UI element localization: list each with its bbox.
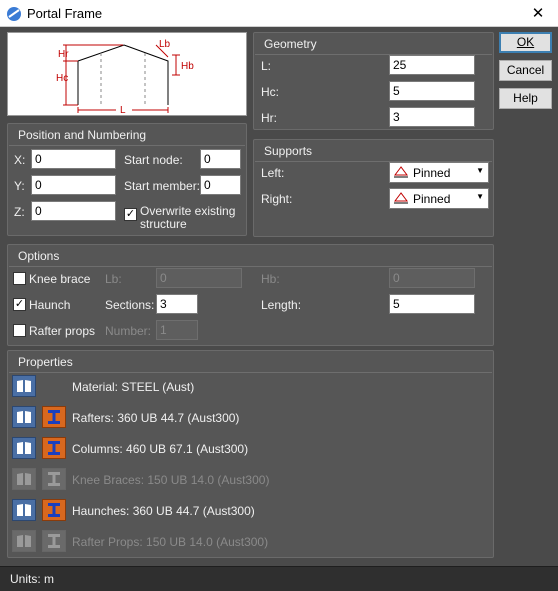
properties-title: Properties [18, 355, 73, 369]
rafter-props-section-button[interactable] [42, 530, 66, 552]
units-status: Units: m [10, 572, 55, 586]
haunches-library-button[interactable] [12, 499, 36, 521]
length-field[interactable]: 5 [389, 294, 475, 314]
chevron-down-icon: ▼ [476, 166, 484, 175]
book-icon [17, 380, 31, 392]
sections-field[interactable]: 3 [156, 294, 198, 314]
supports-group: Supports Left: Pinned ▼ Right: Pinned ▼ [253, 139, 494, 237]
columns-section-button[interactable] [42, 437, 66, 459]
book-icon [17, 535, 31, 547]
x-field[interactable]: 0 [31, 149, 116, 169]
hr-label: Hr: [261, 111, 277, 125]
frame-diagram: Hr Hc Lb Hb L [7, 32, 247, 116]
left-support-select[interactable]: Pinned ▼ [389, 162, 489, 183]
y-label: Y: [14, 179, 25, 193]
material-text: Material: STEEL (Aust) [72, 380, 195, 394]
ok-button[interactable]: OK [499, 32, 552, 53]
app-icon [7, 7, 21, 21]
rafter-props-text: Rafter Props: 150 UB 14.0 (Aust300) [72, 535, 269, 549]
window-title: Portal Frame [27, 6, 103, 21]
y-field[interactable]: 0 [31, 175, 116, 195]
i-beam-icon [48, 441, 60, 455]
start-node-field[interactable]: 0 [200, 149, 241, 169]
position-title: Position and Numbering [18, 128, 147, 142]
haunch-checkbox[interactable]: ✓ [13, 298, 26, 311]
diagram-label-l: L [120, 105, 126, 115]
material-library-button[interactable] [12, 375, 36, 397]
l-label: L: [261, 59, 272, 73]
diagram-label-hb: Hb [181, 61, 194, 72]
i-beam-icon [48, 472, 60, 486]
sections-label: Sections: [105, 298, 155, 312]
start-member-label: Start member: [124, 179, 201, 193]
rafter-props-label: Rafter props [29, 324, 96, 338]
haunch-label: Haunch [29, 298, 71, 312]
diagram-label-lb: Lb [159, 39, 171, 50]
right-support-value: Pinned [413, 192, 451, 206]
diagram-label-hr: Hr [58, 49, 69, 60]
haunches-text: Haunches: 360 UB 44.7 (Aust300) [72, 504, 255, 518]
columns-library-button[interactable] [12, 437, 36, 459]
z-field[interactable]: 0 [31, 201, 116, 221]
overwrite-checkbox[interactable]: ✓ [124, 208, 137, 221]
chevron-down-icon: ▼ [476, 192, 484, 201]
knee-braces-text: Knee Braces: 150 UB 14.0 (Aust300) [72, 473, 270, 487]
knee-brace-checkbox[interactable] [13, 272, 26, 285]
knee-braces-section-button[interactable] [42, 468, 66, 490]
rafter-props-checkbox[interactable] [13, 324, 26, 337]
hr-field[interactable]: 3 [389, 107, 475, 127]
help-button[interactable]: Help [499, 88, 552, 109]
rafter-props-library-button[interactable] [12, 530, 36, 552]
lb-label: Lb: [105, 272, 122, 286]
left-support-label: Left: [261, 166, 285, 180]
hb-field[interactable]: 0 [389, 268, 475, 288]
left-support-value: Pinned [413, 166, 451, 180]
overwrite-label-line2: structure [140, 217, 187, 231]
position-group: Position and Numbering X: 0 Y: 0 Z: 0 St… [7, 123, 247, 236]
hb-label: Hb: [261, 272, 280, 286]
hc-field[interactable]: 5 [389, 81, 475, 101]
right-support-label: Right: [261, 192, 293, 206]
i-beam-icon [48, 410, 60, 424]
status-bar: Units: m [0, 566, 558, 591]
properties-group: Properties Material: STEEL (Aust) Rafter… [7, 350, 494, 558]
pinned-support-icon [394, 166, 408, 178]
geometry-title: Geometry [264, 37, 317, 51]
pinned-support-icon [394, 192, 408, 204]
x-label: X: [14, 153, 26, 167]
overwrite-label-line1: Overwrite existing [140, 204, 236, 218]
book-icon [17, 411, 31, 423]
l-field[interactable]: 25 [389, 55, 475, 75]
rafters-library-button[interactable] [12, 406, 36, 428]
rafters-text: Rafters: 360 UB 44.7 (Aust300) [72, 411, 240, 425]
rafters-section-button[interactable] [42, 406, 66, 428]
number-field[interactable]: 1 [156, 320, 198, 340]
length-label: Length: [261, 298, 302, 312]
book-icon [17, 504, 31, 516]
cancel-button[interactable]: Cancel [499, 60, 552, 81]
z-label: Z: [14, 205, 25, 219]
columns-text: Columns: 460 UB 67.1 (Aust300) [72, 442, 249, 456]
options-title: Options [18, 249, 60, 263]
diagram-label-hc: Hc [56, 73, 68, 84]
hc-label: Hc: [261, 85, 279, 99]
book-icon [17, 473, 31, 485]
supports-title: Supports [264, 144, 313, 158]
lb-field[interactable]: 0 [156, 268, 242, 288]
knee-brace-label: Knee brace [29, 272, 91, 286]
haunches-section-button[interactable] [42, 499, 66, 521]
close-icon[interactable]: ✕ [518, 0, 558, 27]
geometry-group: Geometry L: 25 Hc: 5 Hr: 3 [253, 32, 494, 130]
i-beam-icon [48, 503, 60, 517]
book-icon [17, 442, 31, 454]
number-label: Number: [105, 324, 152, 338]
knee-braces-library-button[interactable] [12, 468, 36, 490]
options-group: Options Knee brace Lb: 0 Hb: 0 ✓ Haunch … [7, 244, 494, 346]
start-node-label: Start node: [124, 153, 183, 167]
i-beam-icon [48, 534, 60, 548]
start-member-field[interactable]: 0 [200, 175, 241, 195]
right-support-select[interactable]: Pinned ▼ [389, 188, 489, 209]
title-bar: Portal Frame ✕ [0, 0, 558, 27]
